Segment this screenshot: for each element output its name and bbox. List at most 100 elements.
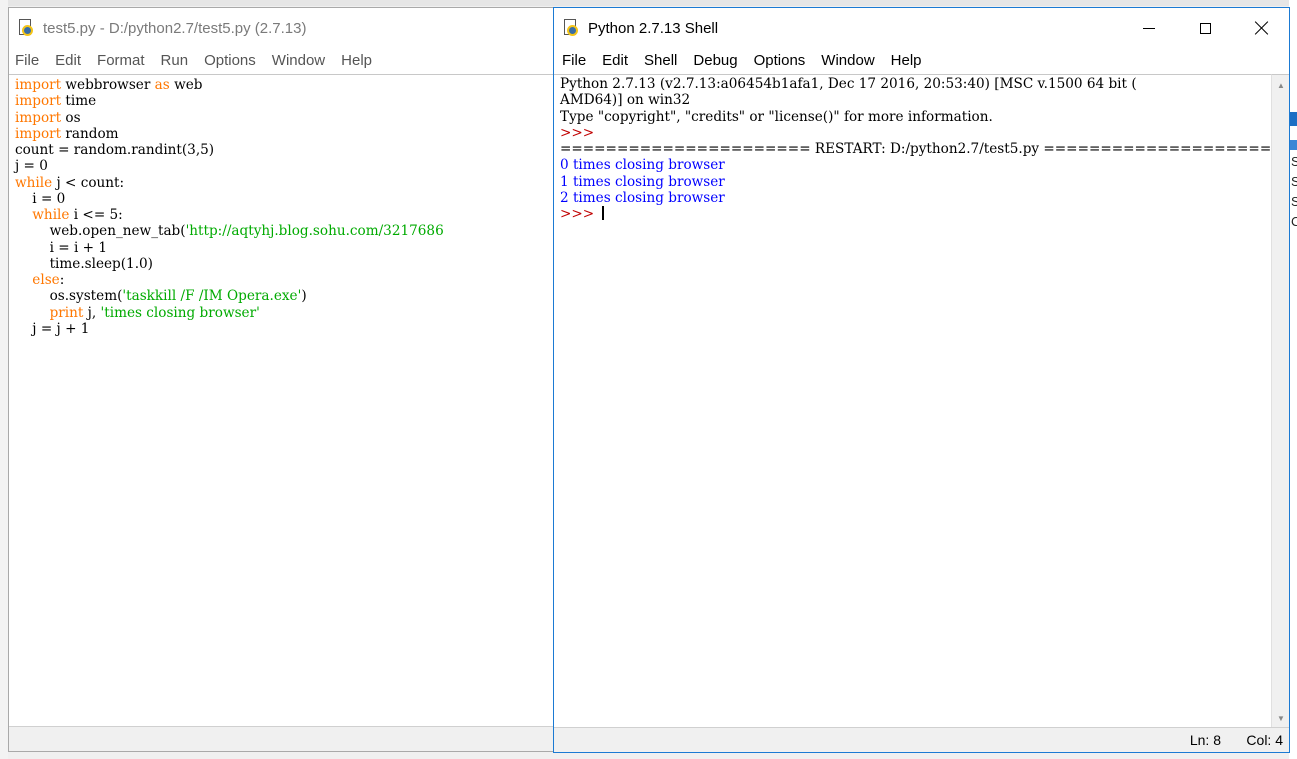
code-token: j = j + 1	[15, 320, 90, 337]
shell-scrollbar[interactable]: ▲ ▼	[1271, 74, 1289, 728]
code-editor[interactable]: import webbrowser as web import time impor…	[9, 74, 559, 727]
code-token: j = 0	[15, 158, 48, 175]
menu-file[interactable]: File	[554, 52, 594, 69]
code-token: count = random.randint(3,5)	[15, 142, 215, 158]
code-line: web.open_new_tab('http://aqtyhj.blog.soh…	[15, 223, 553, 239]
maximize-button[interactable]	[1177, 8, 1233, 48]
python-file-icon	[17, 19, 35, 37]
code-line: import time	[15, 93, 553, 109]
keyword: as	[154, 77, 170, 93]
code-line: time.sleep(1.0)	[15, 256, 553, 272]
editor-statusbar	[9, 726, 559, 751]
code-line: import random	[15, 126, 553, 142]
code-line: j = j + 1	[15, 321, 553, 337]
code-line: import webbrowser as web	[15, 77, 553, 93]
string-literal: 'times closing browser'	[100, 304, 260, 321]
code-token: web	[169, 77, 203, 93]
shell-window[interactable]: Python 2.7.13 Shell File Edit Shell Debu…	[553, 7, 1290, 753]
string-literal: 'http://aqtyhj.blog.sohu.com/3217686	[185, 223, 444, 240]
text-cursor	[602, 206, 605, 220]
code-token: os	[61, 109, 81, 126]
code-line: i = 0	[15, 191, 553, 207]
menu-options[interactable]: Options	[196, 52, 264, 69]
keyword: print	[49, 304, 84, 321]
shell-text[interactable]: Python 2.7.13 (v2.7.13:a06454b1afa1, Dec…	[554, 75, 1271, 223]
background-text: C	[1291, 214, 1297, 229]
prompt: >>>	[560, 124, 599, 141]
shell-line: Python 2.7.13 (v2.7.13:a06454b1afa1, Dec…	[560, 76, 1265, 92]
background-text: S	[1291, 174, 1297, 189]
code-token: webbrowser	[61, 77, 155, 93]
keyword: import	[15, 125, 62, 142]
keyword: import	[15, 109, 62, 126]
code-line: print j, 'times closing browser'	[15, 305, 553, 321]
menu-help[interactable]: Help	[883, 52, 930, 69]
editor-titlebar[interactable]: test5.py - D:/python2.7/test5.py (2.7.13…	[9, 8, 559, 48]
keyword: else	[32, 272, 60, 288]
shell-line: AMD64)] on win32	[560, 92, 1265, 108]
minimize-button[interactable]	[1121, 8, 1177, 48]
code-token: time.sleep(1.0)	[15, 255, 153, 272]
shell-line: 0 times closing browser	[560, 157, 1265, 173]
close-icon	[1254, 21, 1268, 35]
menu-help[interactable]: Help	[333, 52, 380, 69]
code-line: import os	[15, 110, 553, 126]
code-token: )	[301, 288, 307, 305]
background-highlight	[1289, 140, 1297, 150]
shell-statusbar: Ln: 8 Col: 4	[554, 727, 1289, 752]
code-line: while i <= 5:	[15, 207, 553, 223]
shell-line: 2 times closing browser	[560, 190, 1265, 206]
code-line: else:	[15, 272, 553, 288]
code-token: j,	[83, 304, 101, 321]
menu-debug[interactable]: Debug	[685, 52, 745, 69]
menu-options[interactable]: Options	[746, 52, 814, 69]
editor-title: test5.py - D:/python2.7/test5.py (2.7.13…	[43, 19, 307, 37]
code-token: i = 0	[15, 190, 66, 207]
menu-run[interactable]: Run	[153, 52, 197, 69]
desktop-edge	[0, 0, 8, 759]
code-text[interactable]: import webbrowser as web import time impor…	[9, 75, 559, 339]
menu-window[interactable]: Window	[264, 52, 333, 69]
shell-line: ====================== RESTART: D:/pytho…	[560, 141, 1271, 157]
editor-menubar: File Edit Format Run Options Window Help	[9, 48, 559, 73]
code-line: i = i + 1	[15, 240, 553, 256]
shell-titlebar[interactable]: Python 2.7.13 Shell	[554, 8, 1289, 48]
background-text: S	[1291, 194, 1297, 209]
shell-output[interactable]: Python 2.7.13 (v2.7.13:a06454b1afa1, Dec…	[554, 74, 1271, 728]
code-token: web.open_new_tab(	[15, 223, 186, 240]
code-token: os.system(	[15, 288, 123, 305]
close-button[interactable]	[1233, 8, 1289, 48]
program-output: 0 times closing browser	[560, 157, 725, 174]
shell-title: Python 2.7.13 Shell	[588, 19, 719, 37]
menu-edit[interactable]: Edit	[47, 52, 89, 69]
prompt: >>>	[560, 206, 595, 222]
code-token: j < count:	[52, 174, 125, 191]
menu-file[interactable]: File	[9, 52, 47, 69]
background-highlight	[1289, 112, 1297, 126]
column-indicator: Col: 4	[1246, 732, 1283, 748]
keyword: while	[32, 207, 70, 223]
scroll-down-icon[interactable]: ▼	[1273, 710, 1289, 726]
desktop-strip	[0, 0, 1297, 6]
editor-window[interactable]: test5.py - D:/python2.7/test5.py (2.7.13…	[8, 7, 560, 752]
shell-line: Type "copyright", "credits" or "license(…	[560, 109, 1265, 125]
code-token: time	[61, 93, 97, 110]
code-line: j = 0	[15, 158, 553, 174]
menu-edit[interactable]: Edit	[594, 52, 636, 69]
menu-window[interactable]: Window	[813, 52, 882, 69]
minimize-icon	[1143, 27, 1155, 29]
code-token: i <= 5:	[69, 207, 123, 223]
menu-shell[interactable]: Shell	[636, 52, 685, 69]
code-token: Python 2.7.13 (v2.7.13:a06454b1afa1, Dec…	[560, 76, 1137, 92]
shell-line: >>>	[560, 125, 1265, 141]
program-output: 1 times closing browser	[560, 173, 725, 190]
shell-menubar: File Edit Shell Debug Options Window Hel…	[554, 48, 1289, 73]
code-token: Type "copyright", "credits" or "license(…	[560, 108, 993, 125]
shell-input-line[interactable]: >>>	[560, 206, 1265, 222]
keyword: import	[15, 77, 62, 93]
code-token: :	[59, 272, 65, 288]
menu-format[interactable]: Format	[89, 52, 153, 69]
scroll-up-icon[interactable]: ▲	[1273, 77, 1289, 93]
string-literal: 'taskkill /F /IM Opera.exe'	[122, 288, 302, 305]
